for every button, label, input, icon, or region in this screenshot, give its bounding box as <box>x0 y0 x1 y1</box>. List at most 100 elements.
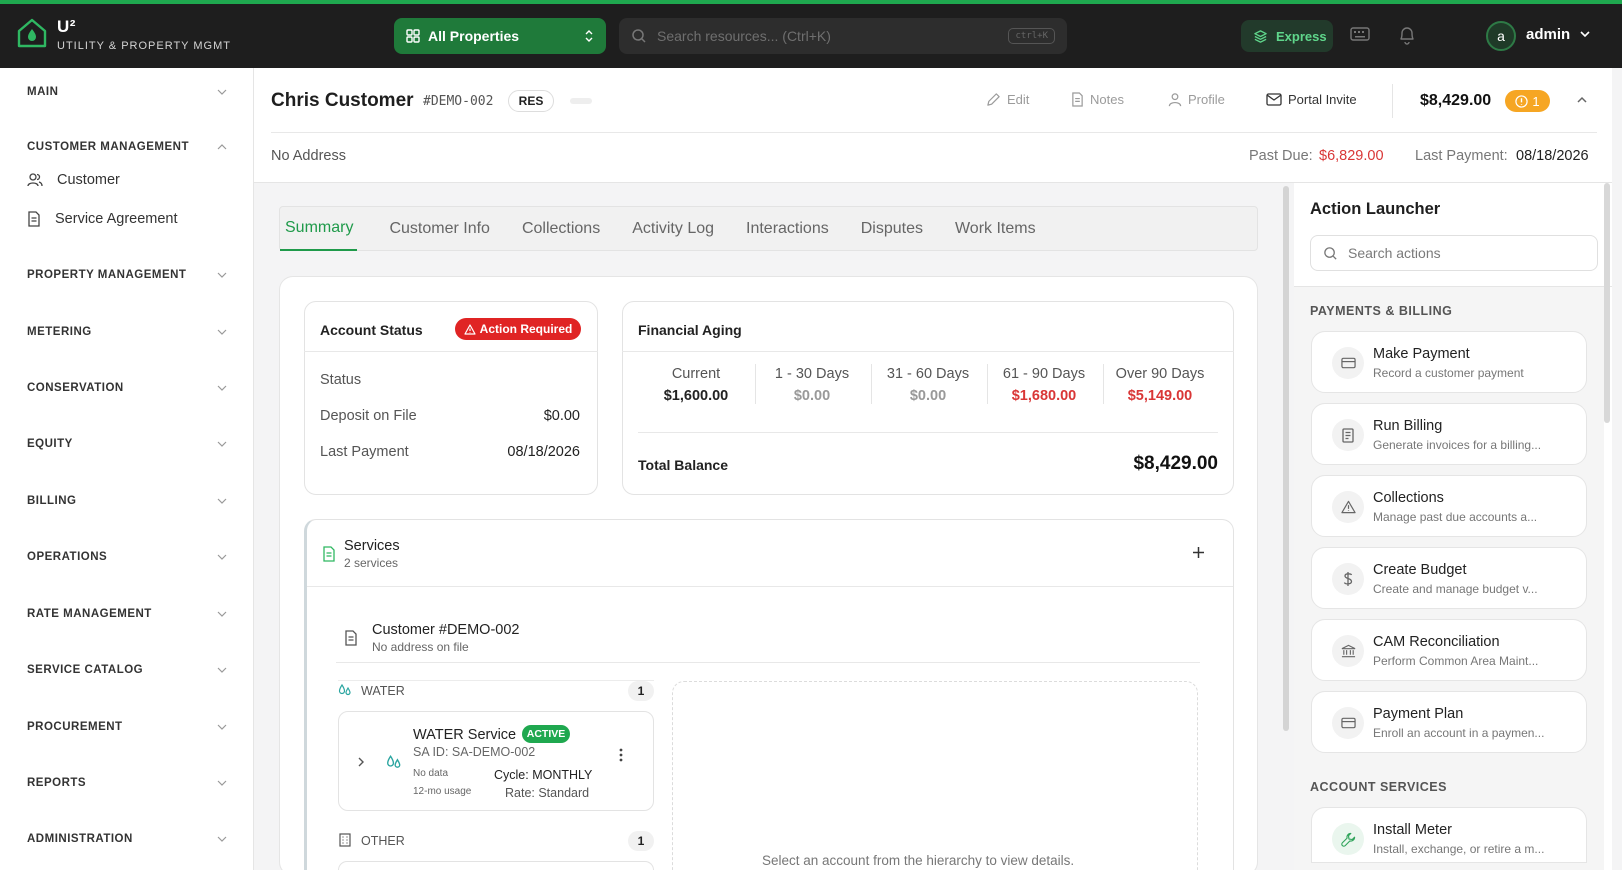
aging-bucket-label: 61 - 90 Days <box>1002 366 1086 382</box>
aging-bucket-value: $0.00 <box>793 388 831 404</box>
profile-button[interactable]: Profile <box>1168 92 1225 107</box>
action-description: Record a customer payment <box>1373 366 1524 380</box>
launcher-search[interactable] <box>1310 235 1598 271</box>
sidebar-item-service-agreement[interactable]: Service Agreement <box>27 211 178 227</box>
notes-button[interactable]: Notes <box>1071 92 1124 107</box>
action-cam-reconciliation[interactable]: CAM Reconciliation Perform Common Area M… <box>1311 619 1587 681</box>
sidebar-section-conservation[interactable]: CONSERVATION <box>27 382 227 394</box>
chevron-down-icon[interactable] <box>1579 30 1591 38</box>
chevron-down-icon <box>217 780 227 786</box>
chevron-down-icon <box>217 329 227 335</box>
chevron-down-icon <box>217 89 227 95</box>
action-payment-plan[interactable]: Payment Plan Enroll an account in a paym… <box>1311 691 1587 753</box>
other-group-count: 1 <box>628 831 654 851</box>
action-create-budget[interactable]: Create Budget Create and manage budget v… <box>1311 547 1587 609</box>
customer-tabs: Summary Customer Info Collections Activi… <box>279 206 1258 251</box>
dollar-icon <box>1332 563 1364 595</box>
aging-bucket-value: $1,600.00 <box>663 388 729 404</box>
aging-bucket-label: 31 - 60 Days <box>886 366 970 382</box>
chevron-down-icon <box>217 836 227 842</box>
sidebar-item-customer[interactable]: Customer <box>27 172 120 188</box>
aging-bucket-value: $0.00 <box>909 388 947 404</box>
service-group-water[interactable]: WATER <box>361 684 405 698</box>
tab-interactions[interactable]: Interactions <box>730 207 845 251</box>
action-title: Make Payment <box>1373 346 1470 362</box>
global-search[interactable]: ctrl+K <box>619 18 1067 54</box>
invoice-icon <box>1332 419 1364 451</box>
sidebar-section-administration[interactable]: ADMINISTRATION <box>27 833 227 845</box>
account-row-label: Last Payment <box>320 444 409 460</box>
launcher-scrollbar[interactable] <box>1604 183 1610 423</box>
portal-invite-button[interactable]: Portal Invite <box>1266 92 1357 107</box>
users-icon <box>27 172 43 188</box>
total-balance-label: Total Balance <box>638 457 728 473</box>
bell-icon[interactable] <box>1398 25 1416 45</box>
sidebar-section-label: METERING <box>27 326 92 338</box>
house-logo-icon[interactable] <box>16 17 48 49</box>
account-status-title: Account Status <box>320 322 423 338</box>
keyboard-icon[interactable] <box>1350 26 1370 42</box>
sidebar-section-reports[interactable]: REPORTS <box>27 777 227 789</box>
aging-bucket-label: Over 90 Days <box>1115 366 1205 382</box>
sidebar-section-procurement[interactable]: PROCUREMENT <box>27 721 227 733</box>
sidebar-section-metering[interactable]: METERING <box>27 326 227 338</box>
sidebar-section-main[interactable]: MAIN <box>27 86 227 98</box>
sidebar-section-service-catalog[interactable]: SERVICE CATALOG <box>27 664 227 676</box>
action-description: Install, exchange, or retire a m... <box>1373 842 1545 856</box>
action-install-meter[interactable]: Install Meter Install, exchange, or reti… <box>1311 807 1587 863</box>
action-description: Enroll an account in a paymen... <box>1373 726 1545 740</box>
property-selector[interactable]: All Properties <box>394 18 606 54</box>
tab-activity-log[interactable]: Activity Log <box>616 207 730 251</box>
chevron-down-icon <box>217 667 227 673</box>
user-name[interactable]: admin <box>1526 26 1570 43</box>
sidebar-section-property-management[interactable]: PROPERTY MANAGEMENT <box>27 269 227 281</box>
collapse-chevron-icon[interactable] <box>1576 96 1588 104</box>
more-vertical-icon[interactable] <box>619 748 623 762</box>
account-status-divider <box>304 351 598 352</box>
document-icon <box>27 211 41 227</box>
financial-aging-title: Financial Aging <box>638 322 742 338</box>
sidebar-section-rate-management[interactable]: RATE MANAGEMENT <box>27 608 227 620</box>
expand-chevron-icon[interactable] <box>357 756 365 768</box>
other-service-card[interactable] <box>338 861 654 870</box>
sidebar-section-equity[interactable]: EQUITY <box>27 438 227 450</box>
action-title: Create Budget <box>1373 562 1467 578</box>
main-scrollbar[interactable] <box>1283 186 1289 731</box>
edit-button[interactable]: Edit <box>986 92 1029 107</box>
user-icon <box>1168 92 1182 107</box>
action-make-payment[interactable]: Make Payment Record a customer payment <box>1311 331 1587 393</box>
launcher-search-input[interactable] <box>1348 245 1585 261</box>
aging-bucket-current: Current $1,600.00 <box>638 366 754 404</box>
alert-count-badge[interactable]: 1 <box>1505 90 1550 112</box>
usage-period-label: 12-mo usage <box>413 786 472 797</box>
past-due-value: $6,829.00 <box>1319 148 1384 164</box>
tab-summary[interactable]: Summary <box>280 207 358 251</box>
water-service-icon <box>386 754 402 770</box>
mail-icon <box>1266 93 1282 106</box>
customer-name: Chris Customer <box>271 90 414 111</box>
service-group-other[interactable]: OTHER <box>361 834 405 848</box>
sidebar-section-billing[interactable]: BILLING <box>27 495 227 507</box>
add-service-icon[interactable] <box>1192 546 1205 559</box>
last-payment-value: 08/18/2026 <box>1516 148 1589 164</box>
customer-node-title[interactable]: Customer #DEMO-002 <box>372 622 519 638</box>
chevron-down-icon <box>217 385 227 391</box>
global-search-input[interactable] <box>657 28 999 44</box>
action-required-label: Action Required <box>479 322 573 336</box>
water-group-border <box>338 680 654 681</box>
notes-label: Notes <box>1090 92 1124 107</box>
user-avatar[interactable]: a <box>1486 21 1516 51</box>
action-run-billing[interactable]: Run Billing Generate invoices for a bill… <box>1311 403 1587 465</box>
tab-customer-info[interactable]: Customer Info <box>373 207 505 251</box>
tab-work-items[interactable]: Work Items <box>939 207 1052 251</box>
express-button[interactable]: Express <box>1241 20 1333 52</box>
total-balance-value: $8,429.00 <box>1133 453 1218 474</box>
water-group-count: 1 <box>628 681 654 701</box>
action-collections[interactable]: Collections Manage past due accounts a..… <box>1311 475 1587 537</box>
tab-collections[interactable]: Collections <box>506 207 616 251</box>
tab-disputes[interactable]: Disputes <box>845 207 939 251</box>
sidebar-section-customer-management[interactable]: CUSTOMER MANAGEMENT <box>27 141 227 153</box>
sidebar-section-label: REPORTS <box>27 777 87 789</box>
sidebar-section-operations[interactable]: OPERATIONS <box>27 551 227 563</box>
action-required-badge[interactable]: Action Required <box>455 318 581 340</box>
